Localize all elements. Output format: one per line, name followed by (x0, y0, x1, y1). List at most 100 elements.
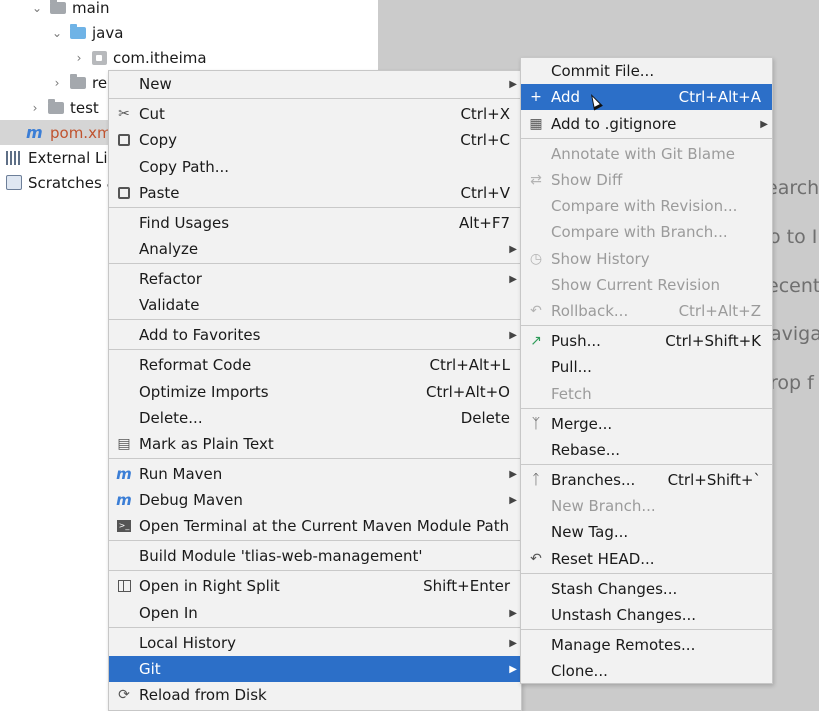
menu-separator (109, 540, 521, 541)
menu-item-shortcut: Ctrl+Shift+K (665, 332, 761, 350)
tree-item-com-itheima[interactable]: › com.itheima (72, 45, 207, 70)
git-item-add[interactable]: + Add Ctrl+Alt+A (521, 84, 772, 110)
menu-item-build-module[interactable]: Build Module 'tlias-web-management' (109, 543, 521, 569)
git-item-new-branch[interactable]: New Branch... (521, 493, 772, 519)
tree-item-external-libraries[interactable]: External Lib (6, 145, 117, 170)
menu-item-label: Show History (551, 250, 650, 268)
gitignore-icon: ▦ (529, 116, 543, 132)
menu-item-label: New (139, 75, 172, 93)
context-menu: New ▶ ✂ Cut Ctrl+X Copy Ctrl+C Copy Path… (108, 70, 522, 711)
git-item-pull[interactable]: Pull... (521, 354, 772, 380)
menu-item-open-in-right-split[interactable]: Open in Right Split Shift+Enter (109, 573, 521, 599)
history-icon: ◷ (529, 251, 543, 267)
menu-item-add-to-favorites[interactable]: Add to Favorites ▶ (109, 322, 521, 348)
menu-item-label: Fetch (551, 385, 592, 403)
scratches-icon (6, 175, 22, 190)
git-item-push[interactable]: ↗ Push... Ctrl+Shift+K (521, 328, 772, 354)
git-item-merge[interactable]: ᛉ Merge... (521, 411, 772, 437)
chevron-right-icon[interactable]: › (72, 51, 86, 65)
menu-separator (109, 349, 521, 350)
git-item-commit-file[interactable]: Commit File... (521, 58, 772, 84)
menu-item-mark-as-plain-text[interactable]: ▤ Mark as Plain Text (109, 431, 521, 457)
git-item-compare-branch[interactable]: Compare with Branch... (521, 219, 772, 245)
tree-item-label: com.itheima (113, 48, 207, 67)
menu-item-label: Pull... (551, 358, 592, 376)
menu-item-analyze[interactable]: Analyze ▶ (109, 236, 521, 262)
menu-item-optimize-imports[interactable]: Optimize Imports Ctrl+Alt+O (109, 379, 521, 405)
menu-item-label: Reformat Code (139, 356, 252, 374)
menu-item-label: Branches... (551, 471, 636, 489)
submenu-arrow-icon: ▶ (509, 637, 517, 649)
menu-item-open-in[interactable]: Open In ▶ (109, 600, 521, 626)
run-maven-icon: m (116, 465, 132, 483)
submenu-arrow-icon: ▶ (509, 243, 517, 255)
menu-item-local-history[interactable]: Local History ▶ (109, 630, 521, 656)
menu-item-git[interactable]: Git ▶ (109, 656, 521, 682)
menu-item-label: Copy Path... (139, 158, 230, 176)
tree-item-label: java (92, 23, 124, 42)
tree-item-test[interactable]: › test (28, 95, 99, 120)
chevron-down-icon[interactable]: ⌄ (50, 26, 64, 40)
menu-item-new[interactable]: New ▶ (109, 71, 521, 97)
chevron-down-icon[interactable]: ⌄ (30, 1, 44, 15)
menu-item-reformat-code[interactable]: Reformat Code Ctrl+Alt+L (109, 352, 521, 378)
chevron-right-icon[interactable]: › (28, 101, 42, 115)
menu-item-label: Add to .gitignore (551, 115, 677, 133)
chevron-right-icon[interactable]: › (50, 76, 64, 90)
menu-item-run-maven[interactable]: m Run Maven ▶ (109, 461, 521, 487)
menu-separator (109, 263, 521, 264)
menu-item-open-terminal[interactable]: >_ Open Terminal at the Current Maven Mo… (109, 513, 521, 539)
menu-item-reload-from-disk[interactable]: ⟳ Reload from Disk (109, 682, 521, 708)
menu-item-refactor[interactable]: Refactor ▶ (109, 266, 521, 292)
git-item-stash-changes[interactable]: Stash Changes... (521, 576, 772, 602)
tree-item-java[interactable]: ⌄ java (50, 20, 123, 45)
git-item-compare-revision[interactable]: Compare with Revision... (521, 193, 772, 219)
git-submenu: Commit File... + Add Ctrl+Alt+A ▦ Add to… (520, 57, 773, 684)
reset-icon: ↶ (530, 551, 542, 567)
git-item-clone[interactable]: Clone... (521, 658, 772, 684)
menu-item-find-usages[interactable]: Find Usages Alt+F7 (109, 210, 521, 236)
menu-item-shortcut: Ctrl+Alt+Z (678, 302, 761, 320)
git-item-rollback[interactable]: ↶ Rollback... Ctrl+Alt+Z (521, 298, 772, 324)
git-item-fetch[interactable]: Fetch (521, 381, 772, 407)
menu-item-delete[interactable]: Delete... Delete (109, 405, 521, 431)
reload-icon: ⟳ (118, 687, 130, 703)
menu-item-copy[interactable]: Copy Ctrl+C (109, 127, 521, 153)
tree-item-label: re (92, 73, 108, 92)
git-item-manage-remotes[interactable]: Manage Remotes... (521, 632, 772, 658)
menu-separator (109, 627, 521, 628)
git-item-rebase[interactable]: Rebase... (521, 437, 772, 463)
git-item-annotate[interactable]: Annotate with Git Blame (521, 141, 772, 167)
menu-item-validate[interactable]: Validate (109, 292, 521, 318)
menu-item-label: Build Module 'tlias-web-management' (139, 547, 423, 565)
git-item-branches[interactable]: ᛏ Branches... Ctrl+Shift+` (521, 467, 772, 493)
tree-item-scratches[interactable]: Scratches a (6, 170, 116, 195)
plain-text-icon: ▤ (117, 436, 131, 452)
menu-item-label: Add to Favorites (139, 326, 261, 344)
git-item-add-to-gitignore[interactable]: ▦ Add to .gitignore ▶ (521, 111, 772, 137)
git-item-show-current-revision[interactable]: Show Current Revision (521, 272, 772, 298)
menu-item-shortcut: Ctrl+Alt+A (678, 88, 761, 106)
copy-icon (115, 131, 133, 149)
tree-item-main[interactable]: ⌄ main (30, 0, 109, 20)
menu-item-label: Compare with Revision... (551, 197, 738, 215)
git-item-reset-head[interactable]: ↶ Reset HEAD... (521, 546, 772, 572)
submenu-arrow-icon: ▶ (509, 607, 517, 619)
menu-item-shortcut: Alt+F7 (458, 214, 510, 232)
menu-item-shortcut: Delete (460, 409, 510, 427)
menu-item-label: Show Current Revision (551, 276, 721, 294)
push-icon: ↗ (530, 333, 542, 349)
tree-item-resources[interactable]: › re (50, 70, 107, 95)
git-item-new-tag[interactable]: New Tag... (521, 519, 772, 545)
git-item-unstash-changes[interactable]: Unstash Changes... (521, 602, 772, 628)
git-item-show-diff[interactable]: ⇄ Show Diff (521, 167, 772, 193)
git-item-show-history[interactable]: ◷ Show History (521, 246, 772, 272)
menu-item-label: Push... (551, 332, 601, 350)
menu-item-copy-path[interactable]: Copy Path... (109, 154, 521, 180)
menu-item-debug-maven[interactable]: m Debug Maven ▶ (109, 487, 521, 513)
menu-item-paste[interactable]: Paste Ctrl+V (109, 180, 521, 206)
submenu-arrow-icon: ▶ (509, 468, 517, 480)
menu-item-label: Open In (139, 604, 198, 622)
menu-item-shortcut: Ctrl+Shift+` (667, 471, 761, 489)
menu-item-cut[interactable]: ✂ Cut Ctrl+X (109, 101, 521, 127)
